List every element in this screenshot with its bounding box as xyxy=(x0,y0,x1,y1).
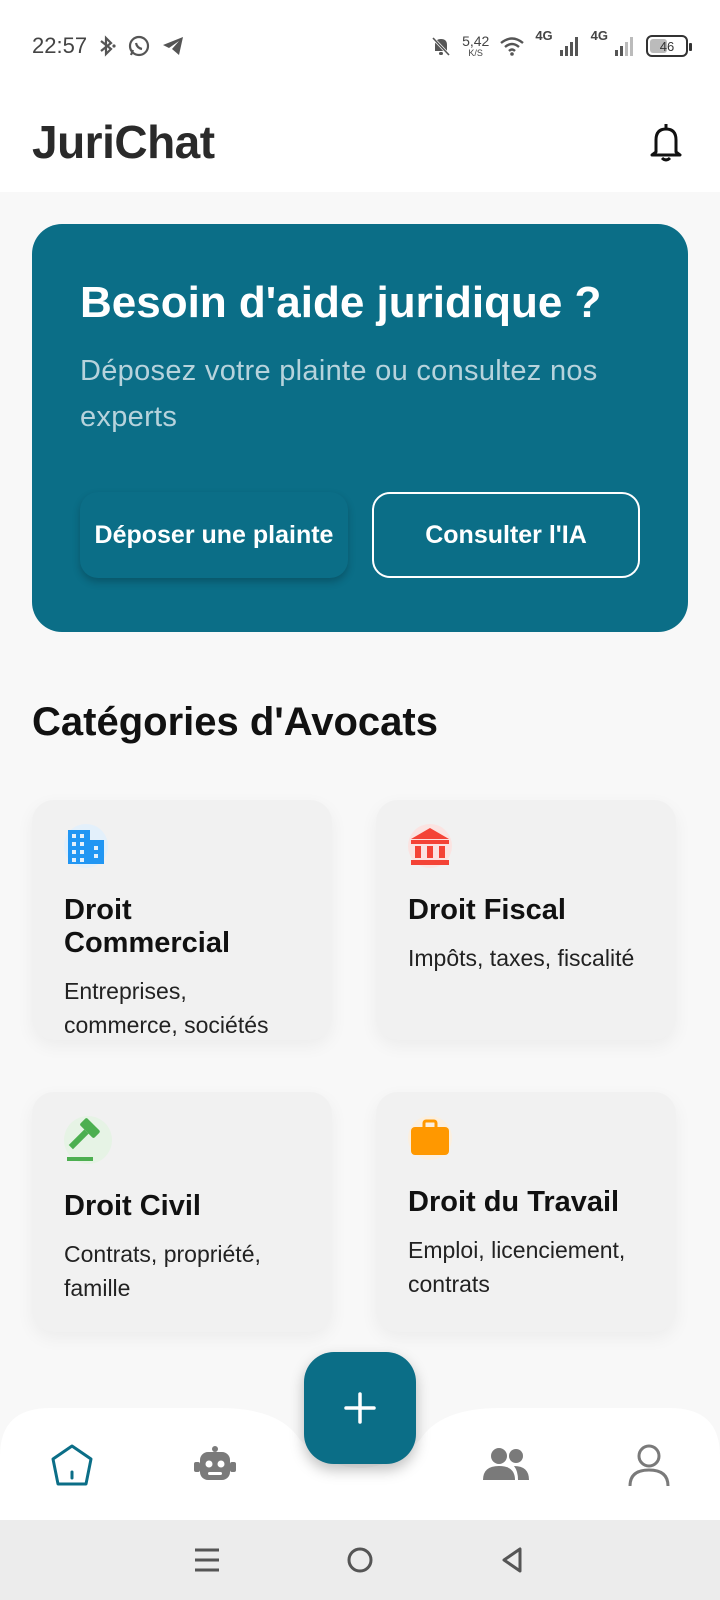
nav-lawyers[interactable] xyxy=(480,1440,532,1490)
circle-icon xyxy=(347,1547,373,1573)
signal-icon xyxy=(559,35,581,57)
bluetooth-icon xyxy=(97,35,117,57)
net-speed: 5,42 K/S xyxy=(462,34,489,58)
plus-icon xyxy=(344,1392,376,1424)
signal-icon-2 xyxy=(614,35,636,57)
category-name: Droit Commercial xyxy=(64,894,231,959)
nav-profile[interactable] xyxy=(624,1440,674,1490)
consult-ai-button[interactable]: Consulter l'IA xyxy=(372,492,640,578)
back-triangle-icon xyxy=(502,1547,522,1573)
home-icon xyxy=(51,1444,93,1486)
notifications-button[interactable] xyxy=(644,120,688,164)
bell-icon xyxy=(650,124,682,162)
app-bar: JuriChat xyxy=(0,92,720,192)
category-card-civil[interactable]: Droit Civil Contrats, propriété, famille xyxy=(32,1092,332,1332)
whatsapp-icon xyxy=(127,34,151,58)
category-desc: Impôts, taxes, fiscalité xyxy=(408,945,635,971)
system-nav-bar xyxy=(0,1520,720,1600)
home-system-button[interactable] xyxy=(340,1540,380,1580)
battery-level: 46 xyxy=(659,38,675,54)
gavel-icon xyxy=(67,1118,100,1161)
category-card-labor[interactable]: Droit du Travail Emploi, licenciement, c… xyxy=(376,1092,676,1332)
categories-title: Catégories d'Avocats xyxy=(32,700,438,744)
category-desc: Contrats, propriété, famille xyxy=(64,1241,261,1301)
group-icon xyxy=(483,1448,529,1480)
category-card-commercial[interactable]: Droit Commercial Entreprises, commerce, … xyxy=(32,800,332,1040)
category-icon-bg xyxy=(64,824,108,868)
person-icon xyxy=(628,1444,670,1487)
category-name: Droit Civil xyxy=(64,1190,201,1222)
status-right: 5,42 K/S 4G 4G 46 xyxy=(430,28,692,58)
category-card-fiscal[interactable]: Droit Fiscal Impôts, taxes, fiscalité xyxy=(376,800,676,1040)
recent-apps-button[interactable] xyxy=(187,1540,227,1580)
nav-home[interactable] xyxy=(47,1440,97,1490)
app-title: JuriChat xyxy=(32,116,215,168)
net-speed-unit: K/S xyxy=(468,48,483,58)
status-left: 22:57 xyxy=(32,33,185,59)
status-time: 22:57 xyxy=(32,33,88,58)
category-icon-bg xyxy=(408,824,452,868)
file-complaint-button[interactable]: Déposer une plainte xyxy=(80,492,348,578)
category-icon-bg xyxy=(408,1116,452,1160)
building-icon xyxy=(68,830,104,864)
notifications-off-icon xyxy=(430,35,452,57)
category-desc: Emploi, licenciement, contrats xyxy=(408,1237,626,1297)
category-desc: Entreprises, commerce, sociétés xyxy=(64,978,269,1038)
briefcase-icon xyxy=(411,1119,449,1155)
hero-subtitle: Déposez votre plainte ou consultez nos e… xyxy=(80,355,598,433)
battery-icon: 46 xyxy=(646,35,692,57)
status-bar: 22:57 5,42 K/S 4G 4G 46 xyxy=(0,0,720,92)
category-name: Droit du Travail xyxy=(408,1186,620,1218)
network-type-1: 4G xyxy=(535,28,553,43)
back-button[interactable] xyxy=(493,1540,533,1580)
category-name: Droit Fiscal xyxy=(408,894,566,926)
net-speed-value: 5,42 xyxy=(462,33,490,49)
add-fab[interactable] xyxy=(304,1352,416,1464)
robot-icon xyxy=(194,1446,236,1480)
hero-buttons: Déposer une plainte Consulter l'IA xyxy=(80,492,640,578)
menu-icon xyxy=(194,1548,219,1572)
bank-icon xyxy=(411,828,449,865)
nav-ai[interactable] xyxy=(190,1440,240,1490)
network-type-2: 4G xyxy=(590,28,608,43)
telegram-icon xyxy=(161,35,185,57)
wifi-icon xyxy=(499,35,525,57)
category-icon-bg xyxy=(64,1116,112,1164)
hero-card: Besoin d'aide juridique ? Déposez votre … xyxy=(32,224,688,632)
hero-title: Besoin d'aide juridique ? xyxy=(80,278,602,327)
